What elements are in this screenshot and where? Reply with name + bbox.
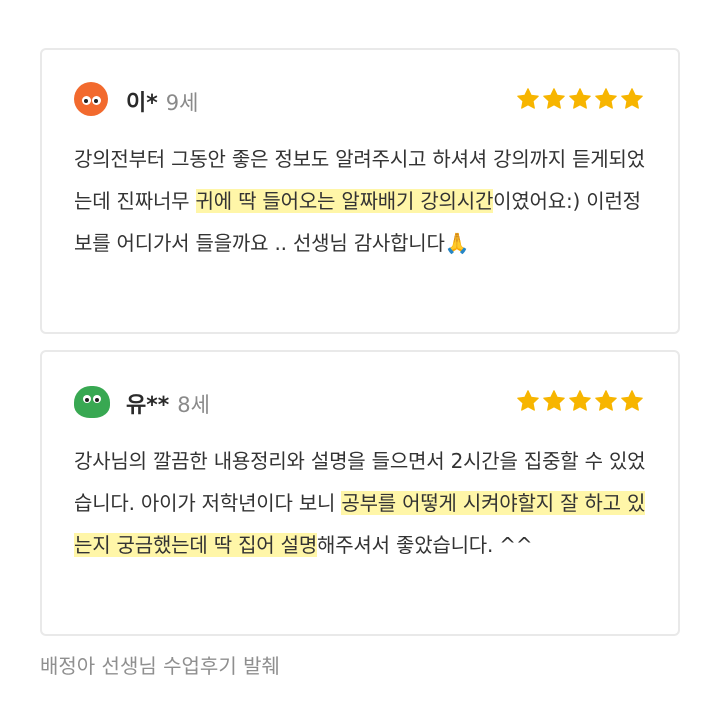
star-rating bbox=[516, 87, 644, 111]
star-icon bbox=[595, 390, 617, 411]
caption: 배정아 선생님 수업후기 발췌 bbox=[40, 654, 280, 678]
review-card: 이* 9세 강의전부터 그동안 좋은 정보도 알려주시고 하셔셔 강의까지 듣게되… bbox=[40, 48, 680, 334]
reviewer-age: 9세 bbox=[165, 91, 199, 115]
review-page: 이* 9세 강의전부터 그동안 좋은 정보도 알려주시고 하셔셔 강의까지 듣게되… bbox=[0, 0, 720, 726]
star-icon bbox=[543, 88, 565, 109]
avatar-character-icon bbox=[74, 82, 108, 116]
reviewer-name: 이* 9세 bbox=[126, 85, 198, 117]
star-icon bbox=[569, 390, 591, 411]
star-icon bbox=[543, 390, 565, 411]
reviewer-name-text: 유** bbox=[126, 393, 170, 418]
reviewer-name: 유** 8세 bbox=[126, 387, 210, 419]
review-text-after: 해주셔서 좋았습니다. ^^ bbox=[317, 533, 533, 557]
avatar-eye-icon bbox=[93, 395, 101, 403]
star-icon bbox=[517, 390, 539, 411]
review-header: 이* 9세 bbox=[74, 80, 644, 118]
reviewer-age: 8세 bbox=[177, 393, 210, 417]
avatar-eye-icon bbox=[82, 96, 91, 105]
star-icon bbox=[621, 390, 643, 411]
review-highlight: 귀에 딱 들어오는 알짜배기 강의시간 bbox=[195, 189, 494, 213]
star-icon bbox=[621, 88, 643, 109]
review-text: 강사님의 깔끔한 내용정리와 설명을 들으면서 2시간을 집중할 수 있었습니다… bbox=[74, 440, 648, 566]
star-icon bbox=[517, 88, 539, 109]
review-card: 유** 8세 강사님의 깔끔한 내용정리와 설명을 들으면서 2시간을 집중할 수… bbox=[40, 350, 680, 636]
review-text: 강의전부터 그동안 좋은 정보도 알려주시고 하셔셔 강의까지 듣게되었는데 진… bbox=[74, 138, 648, 264]
review-header: 유** 8세 bbox=[74, 382, 644, 420]
star-icon bbox=[595, 88, 617, 109]
reviewer-name-text: 이* bbox=[126, 91, 158, 116]
avatar-eye-icon bbox=[83, 395, 91, 403]
star-icon bbox=[569, 88, 591, 109]
star-rating bbox=[516, 389, 644, 413]
avatar-eye-icon bbox=[92, 96, 101, 105]
avatar-character-icon bbox=[74, 386, 110, 418]
